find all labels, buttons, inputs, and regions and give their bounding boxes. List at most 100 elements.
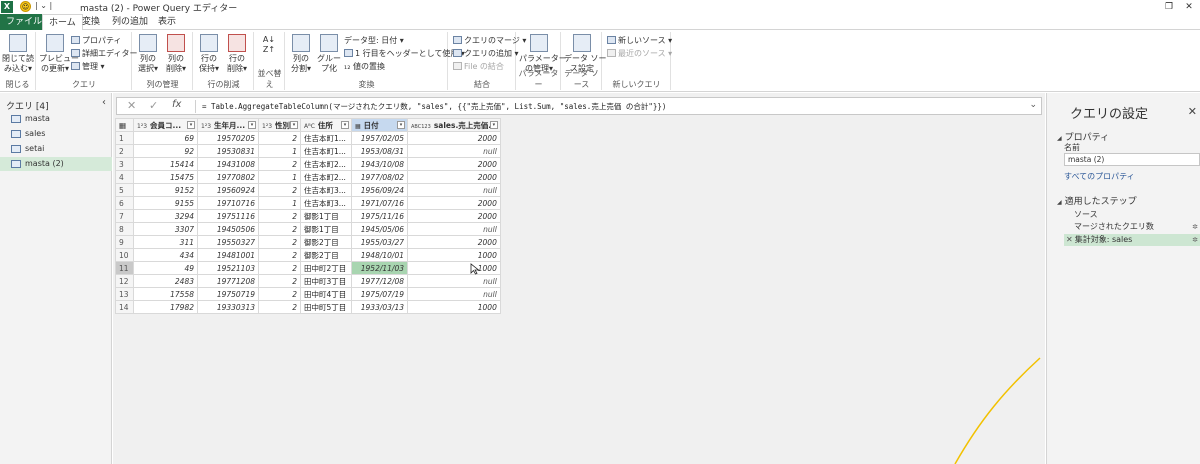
table-cell[interactable]: 2 xyxy=(258,274,301,288)
table-row[interactable]: 9 311 19550327 2 御影2丁目 1955/03/27 2000 xyxy=(115,235,501,249)
table-cell[interactable]: 1955/03/27 xyxy=(351,235,408,249)
table-cell[interactable]: 2 xyxy=(258,183,301,197)
table-cell[interactable]: null xyxy=(407,183,501,197)
filter-dropdown-icon[interactable]: ▾ xyxy=(489,121,498,129)
table-cell[interactable]: 49 xyxy=(133,261,198,275)
query-name-input[interactable]: masta (2) xyxy=(1064,153,1200,166)
table-cell[interactable]: 2000 xyxy=(407,235,501,249)
fx-icon[interactable]: fx xyxy=(172,99,181,110)
table-row[interactable]: 6 9155 19710716 1 住吉本町3... 1971/07/16 2000 xyxy=(115,196,501,210)
split-column-button[interactable]: 列の 分割▾ xyxy=(288,34,314,74)
row-number[interactable]: 10 xyxy=(115,248,134,262)
close-apply-button[interactable]: 閉じて読 み込む▾ xyxy=(2,34,34,74)
column-header[interactable]: AᴮC 住所 ▾ xyxy=(300,118,352,132)
table-cell[interactable]: 311 xyxy=(133,235,198,249)
column-type-icon[interactable]: ▦ xyxy=(355,123,361,130)
replace-values-button[interactable]: ₁₂ 値の置換 xyxy=(344,61,385,72)
table-row[interactable]: 4 15475 19770802 1 住吉本町2... 1977/08/02 2000 xyxy=(115,170,501,184)
advanced-editor-button[interactable]: 詳細エディター xyxy=(71,48,137,59)
table-cell[interactable]: 2000 xyxy=(407,196,501,210)
recent-sources-button[interactable]: 最近のソース ▾ xyxy=(607,48,672,59)
table-row[interactable]: 2 92 19530831 1 住吉本町1... 1953/08/31 null xyxy=(115,144,501,158)
filter-dropdown-icon[interactable]: ▾ xyxy=(248,121,256,129)
filter-dropdown-icon[interactable]: ▾ xyxy=(290,121,298,129)
table-cell[interactable]: 1977/08/02 xyxy=(351,170,408,184)
table-cell[interactable]: 1933/03/13 xyxy=(351,300,408,314)
sort-icon[interactable]: A↓ Z↑ xyxy=(259,35,279,55)
table-cell[interactable]: 69 xyxy=(133,131,198,145)
table-cell[interactable]: 19750719 xyxy=(197,287,259,301)
choose-columns-button[interactable]: 列の 選択▾ xyxy=(135,34,161,74)
table-cell[interactable]: 住吉本町2... xyxy=(300,170,352,184)
table-cell[interactable]: 17982 xyxy=(133,300,198,314)
quick-access-toolbar[interactable]: | ⌄ | xyxy=(35,1,52,10)
delete-step-icon[interactable]: ✕ xyxy=(1066,235,1073,244)
row-number[interactable]: 1 xyxy=(115,131,134,145)
table-cell[interactable]: 92 xyxy=(133,144,198,158)
formula-input[interactable]: = Table.AggregateTableColumn(マージされたクエリ数,… xyxy=(202,101,666,112)
table-cell[interactable]: 19751116 xyxy=(197,209,259,223)
table-cell[interactable]: 434 xyxy=(133,248,198,262)
table-cell[interactable]: 1975/07/19 xyxy=(351,287,408,301)
table-cell[interactable]: 御影2丁目 xyxy=(300,235,352,249)
table-cell[interactable]: 1943/10/08 xyxy=(351,157,408,171)
table-cell[interactable]: 1000 xyxy=(407,261,501,275)
row-number[interactable]: 8 xyxy=(115,222,134,236)
table-cell[interactable]: 19431008 xyxy=(197,157,259,171)
table-row[interactable]: 13 17558 19750719 2 田中町4丁目 1975/07/19 null xyxy=(115,287,501,301)
table-cell[interactable]: 御影1丁目 xyxy=(300,209,352,223)
table-cell[interactable]: 9155 xyxy=(133,196,198,210)
table-row[interactable]: 8 3307 19450506 2 御影1丁目 1945/05/06 null xyxy=(115,222,501,236)
table-cell[interactable]: 3307 xyxy=(133,222,198,236)
close-settings-icon[interactable]: ✕ xyxy=(1188,105,1197,118)
excel-icon[interactable]: X xyxy=(1,1,13,13)
tab-add-column[interactable]: 列の追加 xyxy=(106,14,154,30)
table-cell[interactable]: null xyxy=(407,287,501,301)
column-type-icon[interactable]: 1²3 xyxy=(137,123,147,130)
table-cell[interactable]: 15414 xyxy=(133,157,198,171)
row-number[interactable]: 11 xyxy=(115,261,134,275)
table-cell[interactable]: 19710716 xyxy=(197,196,259,210)
table-row[interactable]: 12 2483 19771208 2 田中町3丁目 1977/12/08 null xyxy=(115,274,501,288)
table-cell[interactable]: 住吉本町2... xyxy=(300,157,352,171)
table-cell[interactable]: 1000 xyxy=(407,300,501,314)
table-cell[interactable]: 2000 xyxy=(407,157,501,171)
row-number[interactable]: 4 xyxy=(115,170,134,184)
step-settings-gear-icon[interactable]: ✲ xyxy=(1192,221,1198,233)
table-cell[interactable]: 2000 xyxy=(407,131,501,145)
table-cell[interactable]: 田中町4丁目 xyxy=(300,287,352,301)
table-cell[interactable]: 19570205 xyxy=(197,131,259,145)
row-number[interactable]: 2 xyxy=(115,144,134,158)
table-cell[interactable]: 1971/07/16 xyxy=(351,196,408,210)
row-number[interactable]: 6 xyxy=(115,196,134,210)
column-type-icon[interactable]: AᴮC xyxy=(304,123,315,130)
column-header[interactable]: 1²3 生年月... ▾ xyxy=(197,118,259,132)
table-cell[interactable]: 1975/11/16 xyxy=(351,209,408,223)
table-cell[interactable]: 2 xyxy=(258,287,301,301)
table-row[interactable]: 3 15414 19431008 2 住吉本町2... 1943/10/08 2000 xyxy=(115,157,501,171)
table-cell[interactable]: 田中町5丁目 xyxy=(300,300,352,314)
table-cell[interactable]: 1953/08/31 xyxy=(351,144,408,158)
step-aggregate-sales[interactable]: ✕ 集計対象: sales ✲ xyxy=(1064,234,1200,246)
table-cell[interactable]: 住吉本町3... xyxy=(300,196,352,210)
all-properties-link[interactable]: すべてのプロパティ xyxy=(1064,171,1135,182)
table-cell[interactable]: 3294 xyxy=(133,209,198,223)
row-number[interactable]: 14 xyxy=(115,300,134,314)
row-number[interactable]: 12 xyxy=(115,274,134,288)
table-cell[interactable]: 15475 xyxy=(133,170,198,184)
column-header[interactable]: ▦ 日付 ▾ xyxy=(351,118,408,132)
feedback-smiley-icon[interactable]: ☺ xyxy=(20,1,31,12)
table-cell[interactable]: 2 xyxy=(258,157,301,171)
filter-dropdown-icon[interactable]: ▾ xyxy=(397,121,405,129)
preview-refresh-button[interactable]: プレビュー の更新▾ xyxy=(39,34,79,74)
table-cell[interactable]: 住吉本町3... xyxy=(300,183,352,197)
table-cell[interactable]: 御影2丁目 xyxy=(300,248,352,262)
combine-files-button[interactable]: File の結合 xyxy=(453,61,504,72)
step-merged-queries[interactable]: マージされたクエリ数 ✲ xyxy=(1064,221,1200,233)
table-cell[interactable]: 田中町2丁目 xyxy=(300,261,352,275)
new-source-button[interactable]: 新しいソース ▾ xyxy=(607,35,672,46)
filter-dropdown-icon[interactable]: ▾ xyxy=(187,121,195,129)
table-cell[interactable]: 1 xyxy=(258,196,301,210)
tab-view[interactable]: 表示 xyxy=(152,14,182,30)
table-cell[interactable]: 2000 xyxy=(407,209,501,223)
